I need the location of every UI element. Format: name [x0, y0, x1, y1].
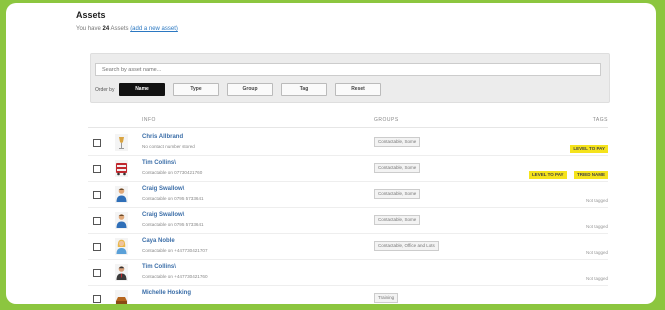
bus-icon	[115, 160, 128, 177]
asset-contact: Contactable on 07730421760	[142, 170, 203, 175]
table-row[interactable]: Michelle Hosking Training	[88, 285, 608, 304]
row-checkbox[interactable]	[93, 295, 101, 303]
table-row[interactable]: Tim Collins\ Contactable on +44773042176…	[88, 259, 608, 286]
row-tags: Not tagged	[586, 215, 608, 233]
subtitle-prefix: You have	[76, 26, 103, 32]
not-tagged-label: Not tagged	[585, 250, 608, 255]
group-badge: Contactable, Some	[374, 215, 421, 225]
search-panel: Order by Name Type Group Tag Reset	[90, 53, 610, 103]
person-icon	[115, 186, 128, 203]
asset-name[interactable]: Tim Collins\	[142, 160, 176, 166]
row-tags: Not tagged	[586, 189, 608, 207]
group-badge: Contactable, Some	[374, 137, 421, 147]
table-row[interactable]: Craig Swallow\ Contactable on 0795 57336…	[88, 207, 608, 234]
row-checkbox[interactable]	[93, 243, 101, 251]
car-icon	[115, 290, 128, 304]
table-row[interactable]: Chris Allbrand No contact number stored …	[88, 129, 608, 156]
asset-contact: No contact number stored	[142, 144, 195, 149]
row-checkbox[interactable]	[93, 165, 101, 173]
not-tagged-label: Not tagged	[585, 198, 608, 203]
assets-page: Assets You have 24 Assets (add a new ass…	[76, 5, 610, 304]
row-checkbox[interactable]	[93, 269, 101, 277]
row-tags: LEVEL TO PAY TRIED NAME	[526, 163, 608, 181]
woman-icon	[115, 238, 128, 255]
table-row[interactable]: Tim Collins\ Contactable on 07730421760 …	[88, 155, 608, 182]
header-divider	[88, 127, 608, 128]
group-badge: Contactable, Some	[374, 163, 421, 173]
order-group-button[interactable]: Group	[227, 83, 273, 96]
search-input[interactable]	[95, 63, 601, 76]
asset-name[interactable]: Caya Noble	[142, 238, 175, 244]
column-header-tags: TAGS	[592, 117, 608, 123]
table-row[interactable]: Caya Noble Contactable on +447730421707 …	[88, 233, 608, 260]
row-checkbox[interactable]	[93, 191, 101, 199]
table-row[interactable]: Craig Swallow\ Contactable on 0795 57336…	[88, 181, 608, 208]
asset-name[interactable]: Craig Swallow\	[142, 212, 184, 218]
row-checkbox[interactable]	[93, 139, 101, 147]
asset-contact: Contactable on 0795 5733641	[142, 196, 204, 201]
reset-button[interactable]: Reset	[335, 83, 381, 96]
order-by-label: Order by	[95, 87, 115, 93]
asset-contact: Contactable on +447730421707	[142, 248, 208, 253]
row-tags: Not tagged	[586, 267, 608, 285]
man-icon	[115, 264, 128, 281]
asset-name[interactable]: Craig Swallow\	[142, 186, 184, 192]
not-tagged-label: Not tagged	[585, 224, 608, 229]
row-tags: Not tagged	[586, 241, 608, 259]
group-badge: Contactable, Some	[374, 189, 421, 199]
wine-glass-icon	[115, 134, 128, 151]
content-frame: Assets You have 24 Assets (add a new ass…	[6, 3, 656, 304]
not-tagged-label: Not tagged	[585, 276, 608, 281]
asset-contact: Contactable on +447730421760	[142, 274, 208, 279]
column-header-info: INFO	[142, 117, 156, 123]
tag-badge[interactable]: LEVEL TO PAY	[528, 171, 567, 179]
order-name-button[interactable]: Name	[119, 83, 165, 96]
asset-name[interactable]: Tim Collins\	[142, 264, 176, 270]
asset-name[interactable]: Chris Allbrand	[142, 134, 183, 140]
page-title: Assets	[76, 10, 106, 20]
group-badge: Training	[374, 293, 399, 303]
tag-badge[interactable]: TRIED NAME	[574, 171, 608, 179]
row-checkbox[interactable]	[93, 217, 101, 225]
asset-name[interactable]: Michelle Hosking	[142, 290, 191, 296]
column-header-groups: GROUPS	[374, 117, 399, 123]
order-type-button[interactable]: Type	[173, 83, 219, 96]
subtitle-suffix: Assets	[109, 26, 131, 32]
person-icon	[115, 212, 128, 229]
asset-count-text: You have 24 Assets (add a new asset)	[76, 26, 178, 32]
asset-contact: Contactable on 0795 5733641	[142, 222, 204, 227]
order-tag-button[interactable]: Tag	[281, 83, 327, 96]
group-badge: Contactable, Office and Lots	[374, 241, 439, 251]
tag-badge[interactable]: LEVEL TO PAY	[570, 145, 608, 153]
row-tags: LEVEL TO PAY	[567, 137, 608, 155]
add-asset-link[interactable]: (add a new asset)	[130, 26, 178, 32]
